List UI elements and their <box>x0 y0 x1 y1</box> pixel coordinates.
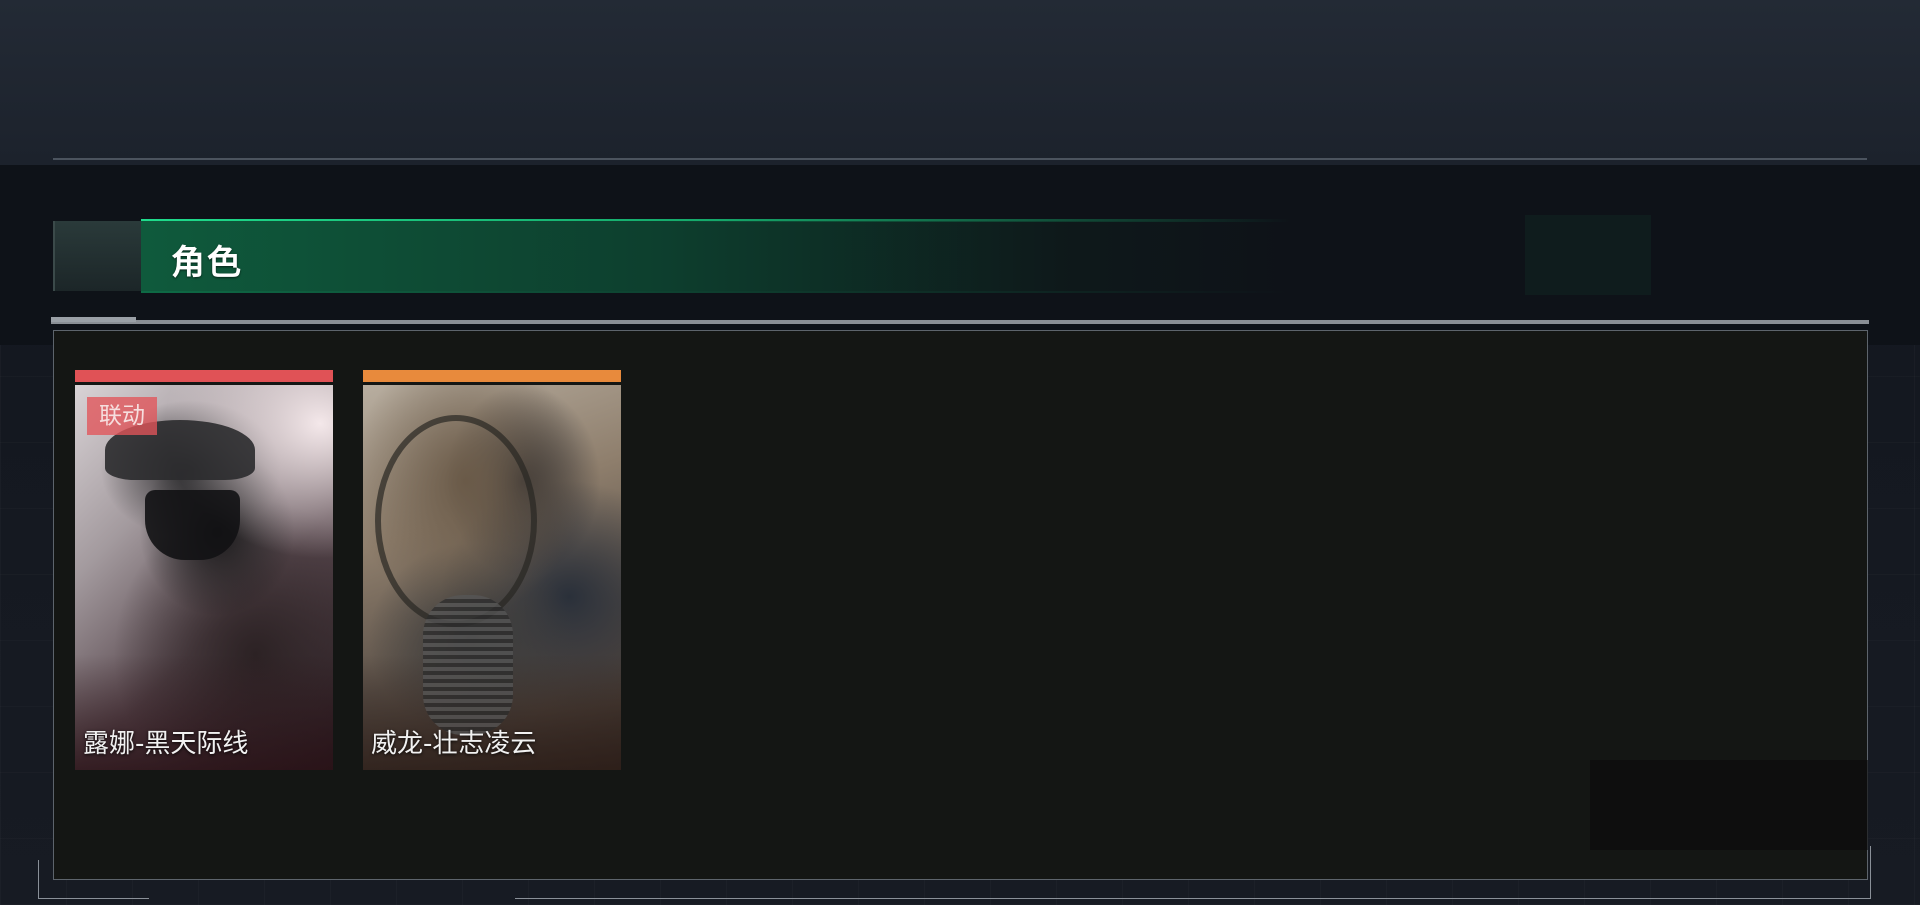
oxygen-hose-shape <box>423 595 513 735</box>
panel-corner-shade <box>1590 760 1868 850</box>
frame-bracket-right <box>515 846 1871 899</box>
section-title: 角色 <box>171 243 243 283</box>
character-portrait <box>363 385 621 770</box>
frame-bracket-left <box>38 860 149 899</box>
character-card-weilong[interactable]: 威龙-壮志凌云 <box>363 370 621 770</box>
top-banner-background <box>0 0 1920 165</box>
character-card-luna[interactable]: 联动 露娜-黑天际线 <box>75 370 333 770</box>
top-divider <box>53 158 1867 160</box>
rarity-bar <box>363 370 621 382</box>
header-decoration <box>1525 215 1651 295</box>
character-name: 露娜-黑天际线 <box>83 729 249 759</box>
section-header-bottom-line <box>141 291 1291 293</box>
section-header-bar <box>141 221 1291 291</box>
mask-shape <box>145 490 240 560</box>
rarity-bar <box>75 370 333 382</box>
collab-badge: 联动 <box>87 397 157 435</box>
character-portrait <box>75 385 333 770</box>
section-header-block <box>53 221 143 291</box>
section-header: 角色 <box>53 219 1647 293</box>
section-divider-accent <box>51 317 136 322</box>
character-name: 威龙-壮志凌云 <box>371 729 537 759</box>
section-divider <box>51 320 1869 324</box>
